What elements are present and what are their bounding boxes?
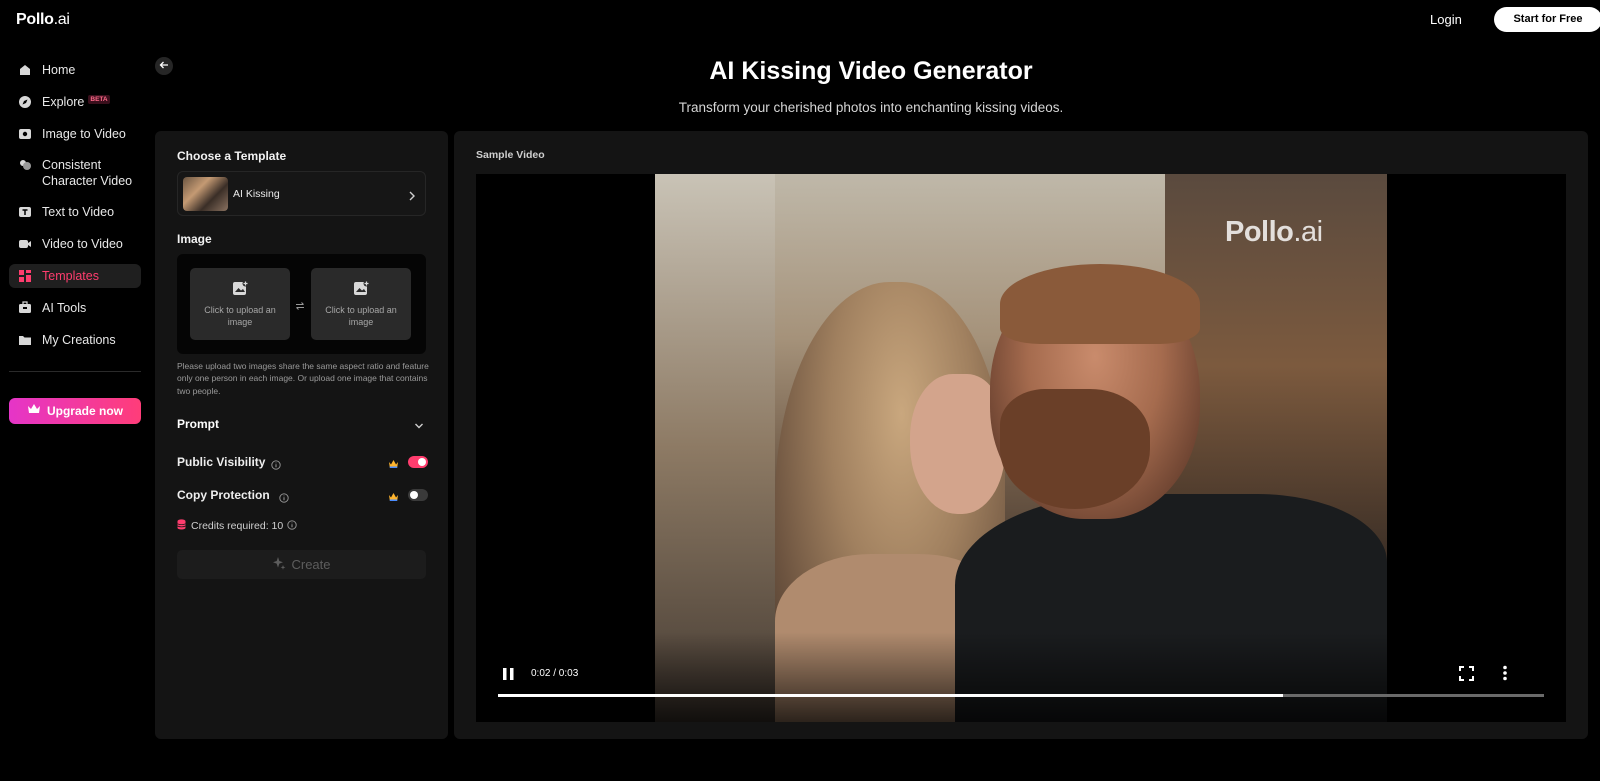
fullscreen-icon[interactable] bbox=[1459, 666, 1474, 686]
folder-icon bbox=[18, 333, 32, 347]
upload-text: Click to upload an image bbox=[325, 305, 397, 327]
swap-icon[interactable] bbox=[295, 298, 305, 316]
upload-image-1[interactable]: Click to upload an image bbox=[190, 268, 290, 340]
sidebar-item-text-to-video[interactable]: Text to Video bbox=[9, 200, 141, 224]
sidebar-item-label: AI Tools bbox=[42, 301, 87, 315]
copy-protection-switch[interactable] bbox=[408, 489, 428, 501]
template-name: AI Kissing bbox=[233, 188, 280, 200]
sidebar-divider bbox=[9, 371, 141, 372]
prompt-toggle[interactable]: Prompt bbox=[177, 414, 426, 434]
page-title: AI Kissing Video Generator bbox=[709, 57, 1033, 85]
switch-knob bbox=[410, 491, 418, 499]
coin-stack-icon bbox=[177, 517, 186, 535]
video-progress-fill bbox=[498, 694, 1283, 697]
upload-text: Click to upload an image bbox=[204, 305, 276, 327]
chevron-right-icon bbox=[408, 188, 416, 206]
video-camera-icon bbox=[18, 237, 32, 251]
upload-image-2[interactable]: Click to upload an image bbox=[311, 268, 411, 340]
create-label: Create bbox=[291, 557, 331, 572]
chevron-down-icon bbox=[414, 417, 424, 435]
add-image-icon bbox=[232, 280, 249, 302]
logo-main: Pollo bbox=[16, 11, 54, 28]
template-selector[interactable]: AI Kissing bbox=[177, 171, 426, 216]
public-visibility-switch[interactable] bbox=[408, 456, 428, 468]
sidebar-item-ai-tools[interactable]: AI Tools bbox=[9, 296, 141, 320]
premium-crown-icon bbox=[388, 456, 399, 474]
crown-icon bbox=[27, 402, 41, 420]
logo-suffix: .ai bbox=[53, 11, 70, 28]
copy-protection-row: Copy Protection bbox=[177, 486, 428, 507]
text-video-icon bbox=[18, 205, 32, 219]
prompt-label: Prompt bbox=[177, 417, 219, 431]
sidebar-item-templates[interactable]: Templates bbox=[9, 264, 141, 288]
sidebar-item-label: Image to Video bbox=[42, 127, 126, 141]
watermark-main: Pollo bbox=[1225, 216, 1294, 248]
upload-hint: Please upload two images share the same … bbox=[177, 361, 429, 396]
info-icon[interactable] bbox=[279, 490, 289, 508]
credits-required: Credits required: 10 bbox=[191, 520, 284, 532]
man-beard bbox=[1000, 389, 1150, 509]
upgrade-label: Upgrade now bbox=[46, 404, 123, 418]
templates-icon bbox=[18, 269, 32, 283]
video-player[interactable]: Pollo.ai 0:02 / 0:03 bbox=[476, 174, 1566, 722]
info-icon[interactable] bbox=[271, 457, 281, 475]
info-icon[interactable] bbox=[287, 517, 297, 535]
copy-protection-label: Copy Protection bbox=[177, 488, 270, 502]
sample-video-panel: Sample Video Pollo.ai 0:02 / 0:03 bbox=[454, 131, 1588, 739]
sidebar-item-label: Text to Video bbox=[42, 205, 115, 219]
image-heading: Image bbox=[177, 232, 212, 246]
sidebar-item-consistent-character-video[interactable]: Consistent Character Video bbox=[9, 154, 141, 192]
generator-form-panel: Choose a Template AI Kissing Image Click… bbox=[155, 131, 448, 739]
character-icon bbox=[18, 158, 32, 172]
sidebar-item-label: Templates bbox=[42, 269, 99, 283]
template-thumbnail bbox=[183, 177, 228, 211]
template-heading: Choose a Template bbox=[177, 149, 287, 163]
credits-info: Credits required: 10 bbox=[177, 519, 297, 533]
logo[interactable]: Pollo.ai bbox=[16, 11, 70, 29]
start-for-free-button[interactable]: Start for Free bbox=[1494, 7, 1600, 32]
sidebar-item-image-to-video[interactable]: Image to Video bbox=[9, 122, 141, 146]
more-options-icon[interactable] bbox=[1502, 665, 1508, 686]
controls-gradient bbox=[476, 632, 1566, 722]
sidebar-item-label: My Creations bbox=[42, 333, 116, 347]
man-hair bbox=[1000, 264, 1200, 344]
switch-knob bbox=[418, 458, 426, 466]
image-upload-area: Click to upload an image Click to upload… bbox=[177, 254, 426, 354]
pause-icon[interactable] bbox=[502, 667, 515, 686]
sidebar-item-video-to-video[interactable]: Video to Video bbox=[9, 232, 141, 256]
video-watermark: Pollo.ai bbox=[1225, 216, 1323, 249]
sidebar-item-label: Video to Video bbox=[42, 237, 123, 251]
upgrade-now-button[interactable]: Upgrade now bbox=[9, 398, 141, 424]
video-progress-bar[interactable] bbox=[498, 694, 1544, 697]
toolbox-icon bbox=[18, 301, 32, 315]
sidebar-item-label: Consistent Character Video bbox=[42, 158, 133, 188]
sparkle-icon bbox=[272, 556, 286, 573]
sidebar-item-my-creations[interactable]: My Creations bbox=[9, 328, 141, 352]
image-video-icon bbox=[18, 127, 32, 141]
video-time: 0:02 / 0:03 bbox=[531, 668, 579, 679]
premium-crown-icon bbox=[388, 489, 399, 507]
top-bar: Pollo.ai Login Start for Free bbox=[0, 0, 1600, 40]
add-image-icon bbox=[353, 280, 370, 302]
watermark-suffix: .ai bbox=[1293, 216, 1323, 248]
public-visibility-label: Public Visibility bbox=[177, 455, 266, 469]
page-subtitle: Transform your cherished photos into enc… bbox=[678, 100, 1064, 115]
create-button[interactable]: Create bbox=[177, 550, 426, 579]
sample-video-label: Sample Video bbox=[476, 149, 545, 161]
public-visibility-row: Public Visibility bbox=[177, 453, 428, 474]
login-link[interactable]: Login bbox=[1430, 12, 1462, 27]
